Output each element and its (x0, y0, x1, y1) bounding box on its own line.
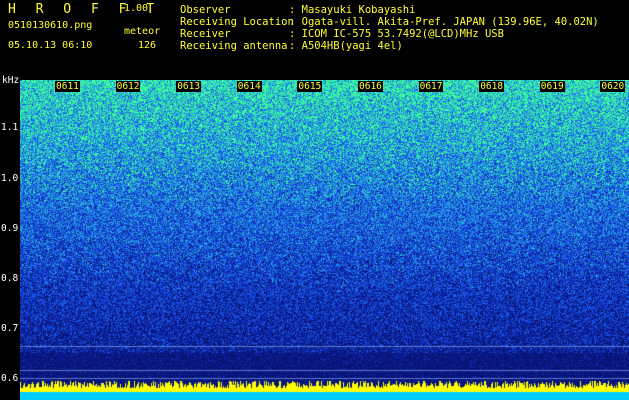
freq-unit-label: kHz (2, 75, 20, 86)
freq-tick-label: 0.8 (1, 273, 19, 284)
spectrogram-canvas (20, 80, 629, 400)
app-version: 1.00 (124, 3, 149, 14)
time-tick-label: 0619 (539, 81, 565, 92)
time-tick-label: 0618 (479, 81, 505, 92)
time-tick-label: 0614 (236, 81, 262, 92)
location-label: Receiving Location (180, 16, 294, 28)
observer-label: Observer (180, 4, 231, 16)
time-tick-label: 0611 (55, 81, 80, 92)
antenna-value: : A504HB(yagi 4el) (289, 40, 403, 52)
time-tick-label: 0620 (600, 81, 626, 92)
receiver-value: : ICOM IC-575 53.7492(@LCD)MHz USB (289, 28, 504, 40)
time-tick-label: 0617 (418, 81, 444, 92)
freq-tick-label: 1.0 (1, 173, 19, 184)
freq-tick-label: 0.6 (1, 373, 19, 384)
datetime: 05.10.13 06:10 (8, 40, 93, 51)
file-name: 0510130610.png (8, 20, 93, 31)
location-value: : Ogata-vill. Akita-Pref. JAPAN (139.96E… (289, 16, 599, 28)
freq-tick-label: 0.9 (1, 223, 19, 234)
time-tick-label: 0612 (115, 81, 141, 92)
antenna-label: Receiving antenna (180, 40, 288, 52)
observer-value: : Masayuki Kobayashi (289, 4, 416, 16)
freq-tick-label: 0.7 (1, 323, 19, 334)
time-tick-label: 0613 (176, 81, 202, 92)
meteor-count: 126 (138, 40, 157, 51)
freq-tick-label: 1.1 (1, 122, 19, 133)
hroft-window: H R O F F T 1.00 0510130610.png meteor 0… (0, 0, 629, 400)
time-tick-label: 0616 (358, 81, 383, 92)
meteor-label: meteor (124, 26, 161, 37)
time-tick-label: 0615 (297, 81, 323, 92)
receiver-label: Receiver (180, 28, 231, 40)
